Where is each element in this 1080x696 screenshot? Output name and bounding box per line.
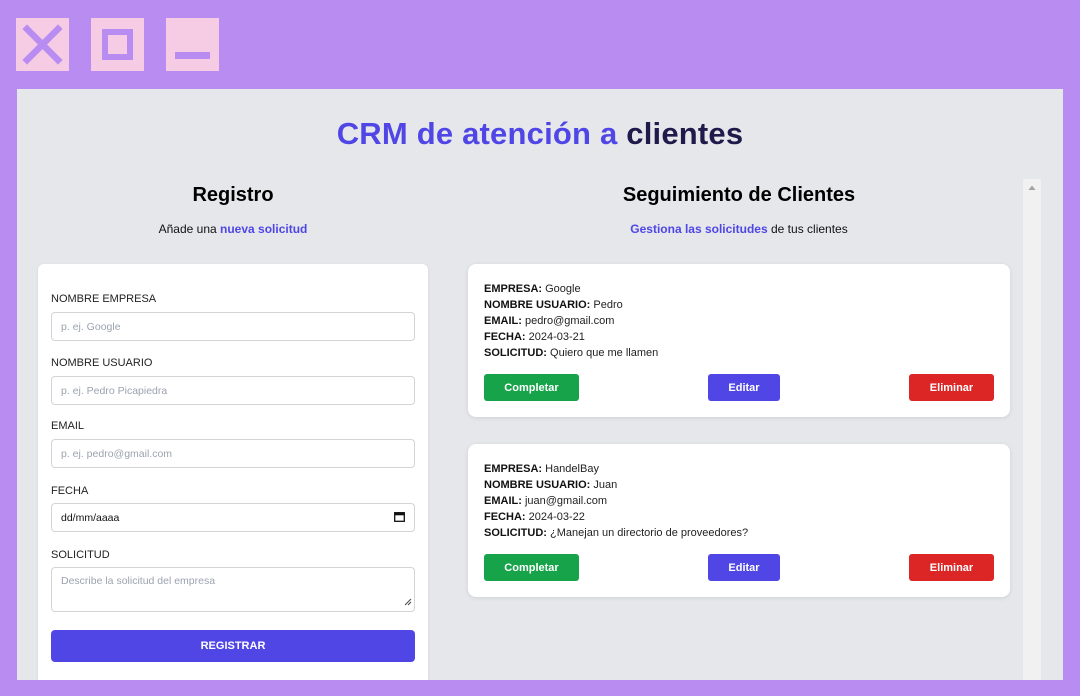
fecha-key: FECHA:: [484, 331, 526, 343]
empresa-key: EMPRESA:: [484, 283, 543, 295]
solicitud-placeholder: Describe la solicitud del empresa: [61, 575, 216, 587]
registro-subtitle-accent: nueva solicitud: [220, 222, 308, 236]
email-label: EMAIL: [51, 420, 85, 432]
client-empresa: Google: [545, 283, 581, 295]
registro-form: NOMBRE EMPRESA p. ej. Google NOMBRE USUA…: [38, 264, 428, 680]
client-fecha: 2024-03-22: [528, 511, 585, 523]
empresa-input[interactable]: p. ej. Google: [51, 312, 415, 341]
registro-subtitle-prefix: Añade una: [158, 222, 217, 236]
scroll-up-arrow-icon[interactable]: [1023, 179, 1041, 196]
client-email: pedro@gmail.com: [524, 315, 615, 327]
fecha-input[interactable]: dd/mm/aaaa: [51, 503, 415, 532]
delete-button[interactable]: Eliminar: [909, 554, 994, 581]
client-solicitud: ¿Manejan un directorio de proveedores?: [550, 527, 749, 539]
client-card: EMPRESA: HandelBay NOMBRE USUARIO: Juan …: [468, 444, 1010, 597]
solicitud-key: SOLICITUD:: [484, 347, 547, 359]
minimize-icon: [175, 52, 210, 59]
fecha-placeholder: dd/mm/aaaa: [61, 511, 120, 524]
seguimiento-title: Seguimiento de Clientes: [622, 184, 856, 206]
seguimiento-subtitle: Gestiona las solicitudes de tus clientes: [468, 222, 1010, 236]
registrar-button[interactable]: REGISTRAR: [51, 630, 415, 662]
client-fecha-line: FECHA: 2024-03-21: [484, 329, 658, 345]
scrollbar[interactable]: [1023, 179, 1041, 680]
email-placeholder: p. ej. pedro@gmail.com: [61, 447, 173, 460]
client-empresa-line: EMPRESA: Google: [484, 281, 658, 297]
seguimiento-subtitle-accent: Gestiona las solicitudes: [630, 222, 768, 236]
empresa-key: EMPRESA:: [484, 463, 543, 475]
client-empresa-line: EMPRESA: HandelBay: [484, 461, 748, 477]
registro-subtitle: Añade una nueva solicitud: [38, 222, 428, 236]
usuario-key: NOMBRE USUARIO:: [484, 479, 591, 491]
client-usuario-line: NOMBRE USUARIO: Pedro: [484, 297, 658, 313]
close-icon: [22, 24, 63, 65]
email-input[interactable]: p. ej. pedro@gmail.com: [51, 439, 415, 468]
client-fecha: 2024-03-21: [528, 331, 585, 343]
client-usuario: Pedro: [593, 299, 623, 311]
client-solicitud-line: SOLICITUD: ¿Manejan un directorio de pro…: [484, 525, 748, 541]
complete-button[interactable]: Completar: [484, 374, 579, 401]
client-solicitud: Quiero que me llamen: [550, 347, 659, 359]
fecha-key: FECHA:: [484, 511, 526, 523]
client-email: juan@gmail.com: [524, 495, 608, 507]
maximize-window-button[interactable]: [91, 18, 144, 71]
edit-button[interactable]: Editar: [708, 554, 780, 581]
maximize-icon: [102, 29, 133, 60]
client-solicitud-line: SOLICITUD: Quiero que me llamen: [484, 345, 658, 361]
usuario-input[interactable]: p. ej. Pedro Picapiedra: [51, 376, 415, 405]
delete-button[interactable]: Eliminar: [909, 374, 994, 401]
email-key: EMAIL:: [484, 315, 522, 327]
empresa-label: NOMBRE EMPRESA: [51, 293, 157, 305]
page-title-dark: clientes: [626, 116, 744, 151]
client-card: EMPRESA: Google NOMBRE USUARIO: Pedro EM…: [468, 264, 1010, 417]
edit-button[interactable]: Editar: [708, 374, 780, 401]
solicitud-textarea[interactable]: Describe la solicitud del empresa: [51, 567, 415, 612]
usuario-label: NOMBRE USUARIO: [51, 357, 153, 369]
client-empresa: HandelBay: [545, 463, 599, 475]
calendar-icon[interactable]: [394, 511, 405, 525]
page-title-accent: CRM de atención a: [336, 116, 618, 151]
empresa-placeholder: p. ej. Google: [61, 320, 121, 333]
client-info: EMPRESA: HandelBay NOMBRE USUARIO: Juan …: [484, 461, 748, 541]
page-title: CRM de atención a clientes: [17, 116, 1063, 152]
solicitud-key: SOLICITUD:: [484, 527, 547, 539]
client-fecha-line: FECHA: 2024-03-22: [484, 509, 748, 525]
client-usuario-line: NOMBRE USUARIO: Juan: [484, 477, 748, 493]
usuario-placeholder: p. ej. Pedro Picapiedra: [61, 384, 168, 397]
complete-button[interactable]: Completar: [484, 554, 579, 581]
app-window: CRM de atención a clientes Registro Añad…: [17, 89, 1063, 680]
seguimiento-subtitle-suffix: de tus clientes: [771, 222, 848, 236]
client-info: EMPRESA: Google NOMBRE USUARIO: Pedro EM…: [484, 281, 658, 361]
client-email-line: EMAIL: pedro@gmail.com: [484, 313, 658, 329]
close-window-button[interactable]: [16, 18, 69, 71]
solicitud-label: SOLICITUD: [51, 549, 110, 561]
client-email-line: EMAIL: juan@gmail.com: [484, 493, 748, 509]
resize-handle-icon[interactable]: [404, 597, 412, 609]
registro-title: Registro: [192, 184, 274, 206]
client-usuario: Juan: [593, 479, 618, 491]
fecha-label: FECHA: [51, 485, 89, 497]
email-key: EMAIL:: [484, 495, 522, 507]
usuario-key: NOMBRE USUARIO:: [484, 299, 591, 311]
minimize-window-button[interactable]: [166, 18, 219, 71]
